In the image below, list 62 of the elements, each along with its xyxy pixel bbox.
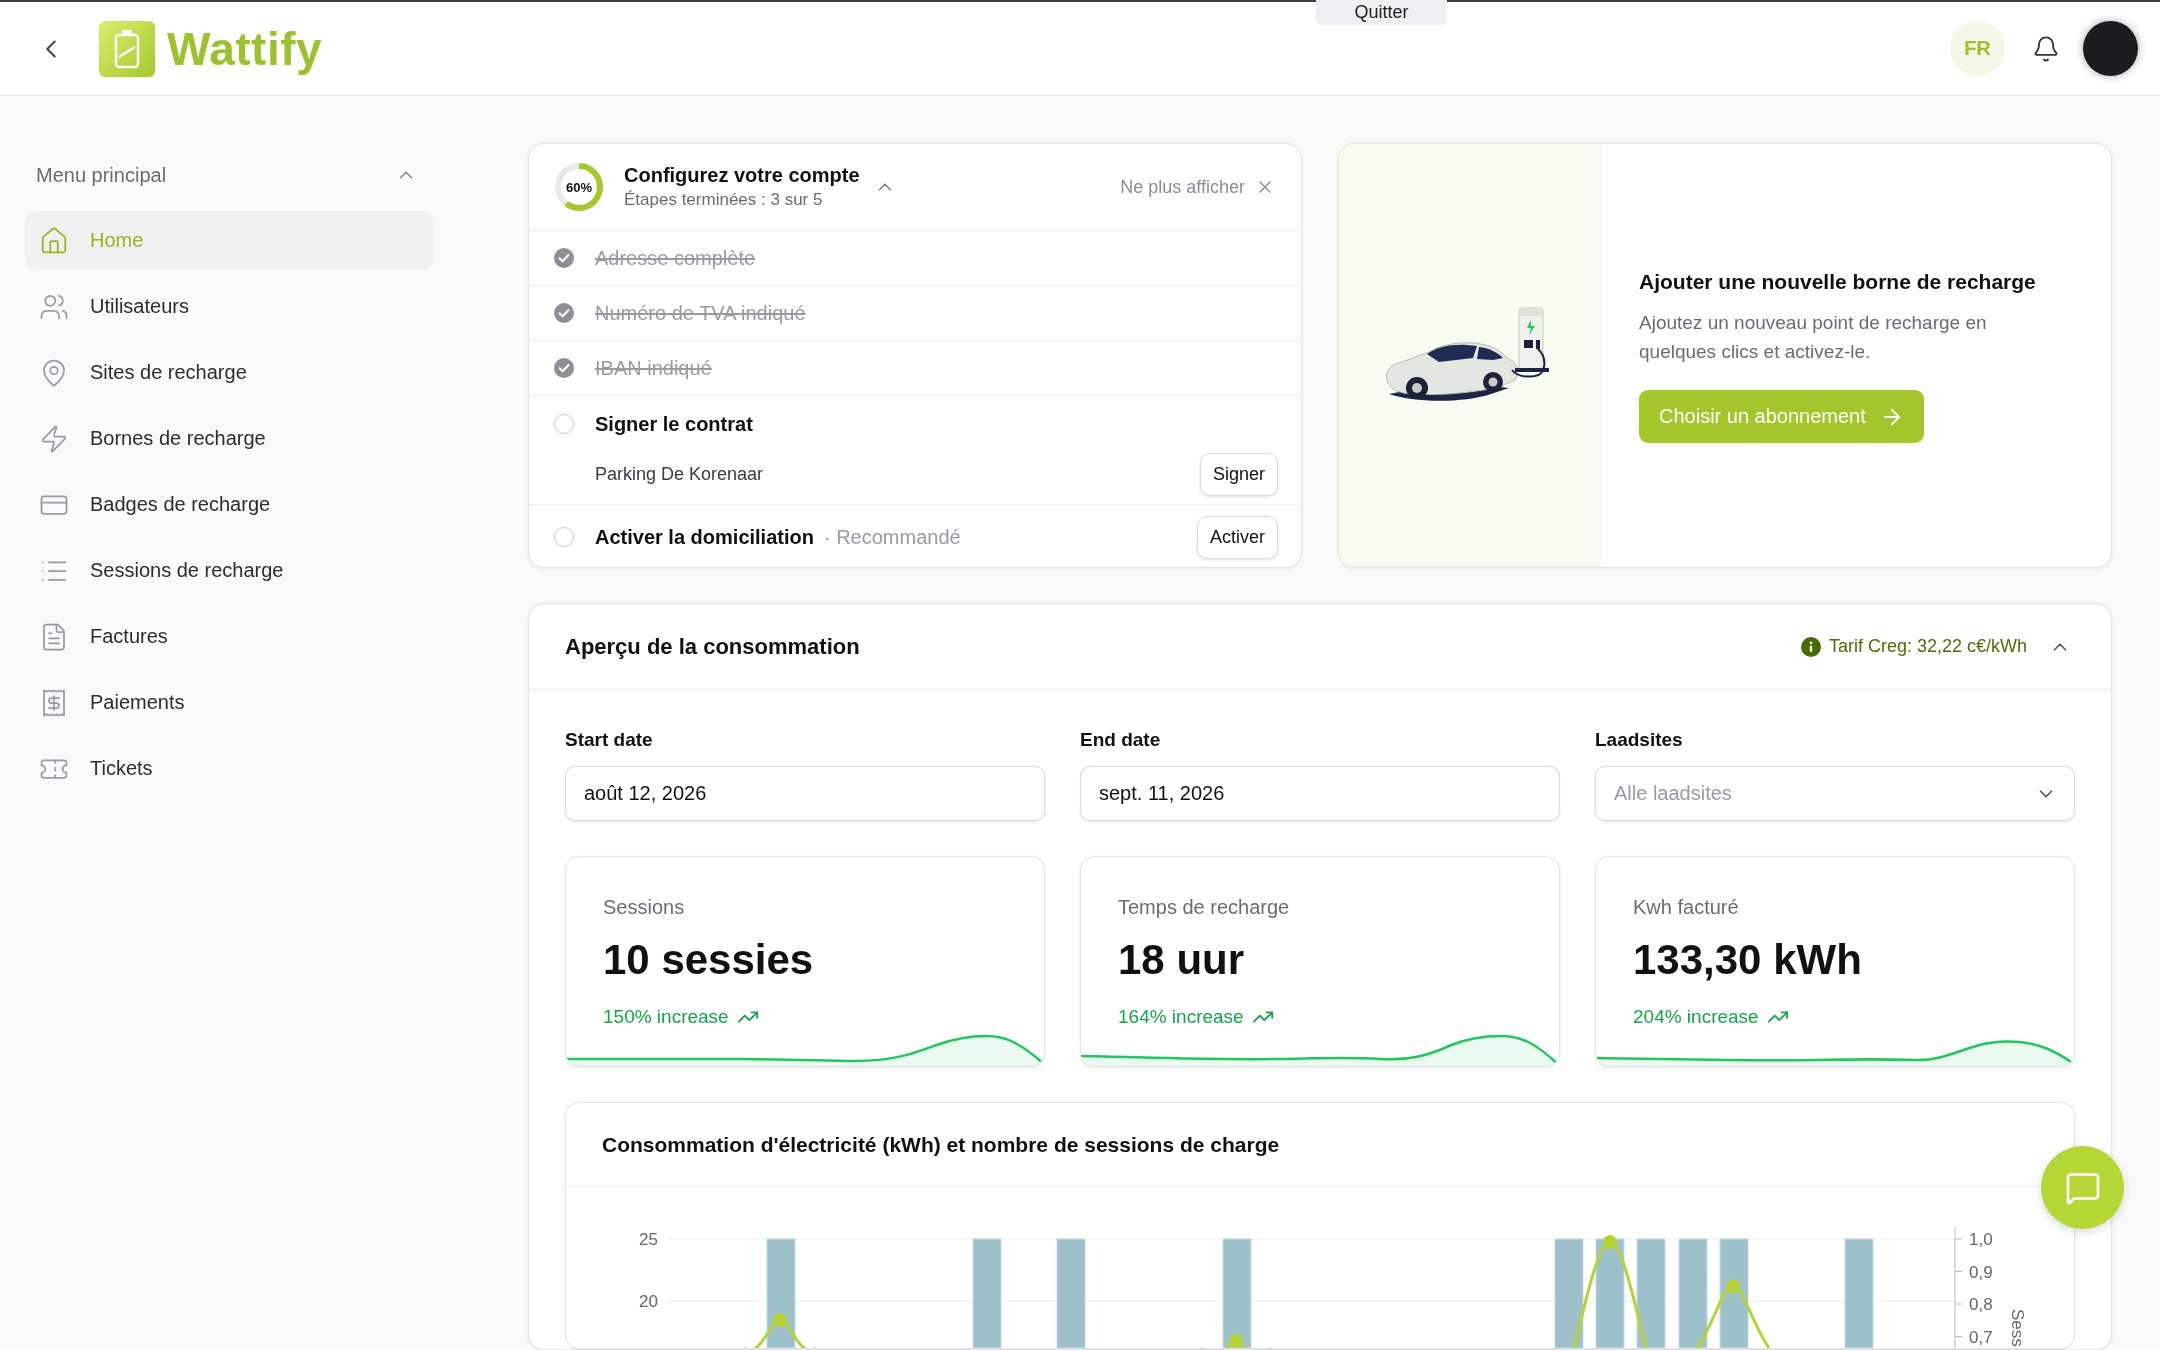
sidebar-item[interactable]: Paiements xyxy=(25,673,433,732)
step-detail: Parking De Korenaar xyxy=(595,463,764,485)
stat-label: Temps de recharge xyxy=(1117,895,1290,919)
axis-tick-label: 0,8 xyxy=(1969,1295,1993,1314)
stat-change: 204% increase xyxy=(1633,1005,1759,1028)
field-label: Laadsites xyxy=(1595,728,1684,752)
notifications-button[interactable] xyxy=(2032,34,2060,63)
house-icon xyxy=(39,225,69,256)
axis-tick-label: 0,7 xyxy=(1969,1327,1993,1347)
sidebar-item[interactable]: Tickets xyxy=(25,739,433,798)
step-label: Signer le contrat xyxy=(595,412,753,436)
profile-avatar[interactable] xyxy=(2083,21,2138,76)
chart-title: Consommation d'électricité (kWh) et nombre de sessions de charge xyxy=(602,1132,1280,1157)
consumption-title: Aperçu de la consommation xyxy=(565,633,860,660)
data-point xyxy=(1229,1334,1243,1348)
stat-label: Kwh facturé xyxy=(1632,895,1739,919)
date-field[interactable]: août 12, 2026 xyxy=(565,766,1045,821)
stat-change: 164% increase xyxy=(1118,1005,1244,1028)
step-label: Numéro de TVA indiqué xyxy=(595,301,806,325)
promo-title: Ajouter une nouvelle borne de recharge xyxy=(1639,269,2036,295)
sidebar-item[interactable]: Bornes de recharge xyxy=(25,409,433,468)
battery-logo-icon xyxy=(99,20,155,77)
stat-value: 133,30 kWh xyxy=(1632,935,1862,985)
radio-circle-icon[interactable] xyxy=(554,414,574,434)
site-select[interactable]: Alle laadsites xyxy=(1595,766,2075,821)
stat-label: Sessions xyxy=(602,895,685,919)
step-action-button[interactable]: Signer xyxy=(1199,452,1278,496)
sidebar-item[interactable]: Factures xyxy=(25,607,433,666)
data-point xyxy=(773,1313,787,1327)
sidebar-item[interactable]: Sites de recharge xyxy=(25,343,433,402)
field-label: End date xyxy=(1080,728,1162,752)
tariff-text: Tarif Creg: 32,22 c€/kWh xyxy=(1828,636,2027,657)
axis-tick-label: 25 xyxy=(639,1230,658,1249)
sidebar-section-title: Menu principal xyxy=(36,163,167,187)
step-label: Activer la domiciliation xyxy=(595,525,814,549)
sidebar-item[interactable]: Badges de recharge xyxy=(25,475,433,534)
data-point xyxy=(1603,1235,1617,1249)
step-note: · Recommandé xyxy=(823,525,961,549)
axis-tick-label: 1,0 xyxy=(1969,1230,1993,1249)
setup-subtitle: Étapes terminées : 3 sur 5 xyxy=(624,190,824,210)
data-point xyxy=(1726,1279,1740,1293)
bell-icon xyxy=(2032,34,2060,63)
progress-percent: 60% xyxy=(566,179,592,195)
stat-value: 10 sessies xyxy=(602,935,814,985)
step-label: IBAN indiqué xyxy=(595,356,712,380)
setup-title: Configurez votre compte xyxy=(624,164,860,187)
axis-tick-label: 20 xyxy=(639,1292,658,1311)
radio-circle-icon[interactable] xyxy=(554,527,574,547)
step-action-button[interactable]: Activer xyxy=(1197,515,1278,559)
sidebar-item[interactable]: Utilisateurs xyxy=(25,277,433,336)
quit-button[interactable]: Quitter xyxy=(1316,0,1447,25)
step-label: Adresse complète xyxy=(595,246,756,270)
info-icon xyxy=(1800,636,1821,657)
axis-tick-label: 0,9 xyxy=(1969,1262,1993,1282)
promo-description: Ajoutez un nouveau point de recharge en quelques clics et activez-le. xyxy=(1639,311,1988,364)
date-field[interactable]: sept. 11, 2026 xyxy=(1080,766,1560,821)
sidebar-item[interactable]: Sessions de recharge xyxy=(25,541,433,600)
stat-change: 150% increase xyxy=(603,1005,729,1028)
lightning-bolt-icon xyxy=(39,423,69,454)
stat-value: 18 uur xyxy=(1117,935,1245,985)
axis-title: Sess xyxy=(2008,1309,2027,1347)
field-label: Start date xyxy=(565,728,654,752)
